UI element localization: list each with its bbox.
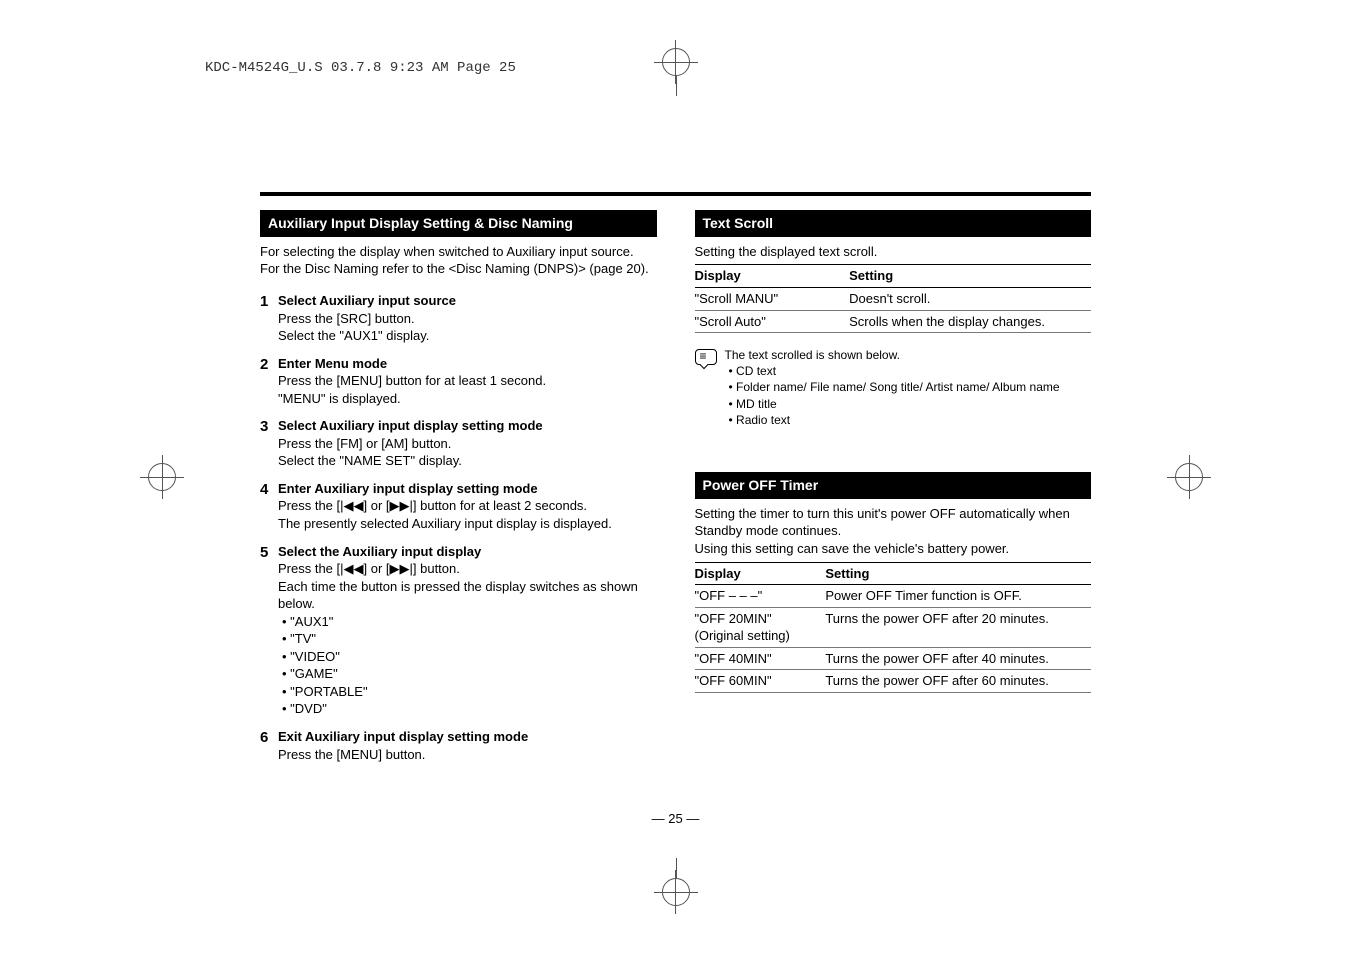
list-item: Radio text: [729, 412, 1060, 428]
step-2: 2 Enter Menu mode Press the [MENU] butto…: [260, 355, 657, 408]
list-item: MD title: [729, 396, 1060, 412]
print-header: KDC-M4524G_U.S 03.7.8 9:23 AM Page 25: [205, 60, 516, 76]
text-scroll-intro: Setting the displayed text scroll.: [695, 243, 1092, 261]
step-line: Press the [MENU] button for at least 1 s…: [278, 372, 657, 390]
crop-mark-right: [1175, 463, 1203, 491]
note-intro: The text scrolled is shown below.: [725, 347, 1060, 363]
step-number: 2: [260, 355, 278, 408]
list-item: "GAME": [282, 665, 657, 683]
list-item: "VIDEO": [282, 648, 657, 666]
section-heading-text-scroll: Text Scroll: [695, 210, 1092, 237]
step-line: Press the [MENU] button.: [278, 746, 657, 764]
list-item: Folder name/ File name/ Song title/ Arti…: [729, 379, 1060, 395]
step-line: Select the "NAME SET" display.: [278, 452, 657, 470]
crop-mark-bottom: [662, 878, 690, 906]
table-cell: "Scroll Auto": [695, 310, 850, 333]
table-row: "OFF 60MIN" Turns the power OFF after 60…: [695, 670, 1092, 693]
text-scroll-table: Display Setting "Scroll MANU" Doesn't sc…: [695, 264, 1092, 333]
step-title: Select the Auxiliary input display: [278, 543, 657, 561]
power-off-table: Display Setting "OFF – – –" Power OFF Ti…: [695, 562, 1092, 693]
crop-mark-left: [148, 463, 176, 491]
table-cell: "OFF 20MIN" (Original setting): [695, 607, 826, 647]
note-icon: [695, 349, 717, 365]
step-title: Exit Auxiliary input display setting mod…: [278, 728, 657, 746]
step-1: 1 Select Auxiliary input source Press th…: [260, 292, 657, 345]
step-number: 4: [260, 480, 278, 533]
table-row: "Scroll Auto" Scrolls when the display c…: [695, 310, 1092, 333]
section-heading-power-off: Power OFF Timer: [695, 472, 1092, 499]
section-heading-aux: Auxiliary Input Display Setting & Disc N…: [260, 210, 657, 237]
list-item: "TV": [282, 630, 657, 648]
step-title: Select Auxiliary input display setting m…: [278, 417, 657, 435]
table-row: "OFF 20MIN" (Original setting) Turns the…: [695, 607, 1092, 647]
table-cell: "OFF 60MIN": [695, 670, 826, 693]
step-5: 5 Select the Auxiliary input display Pre…: [260, 543, 657, 718]
power-off-intro: Setting the timer to turn this unit's po…: [695, 505, 1092, 558]
table-header: Display: [695, 265, 850, 288]
step-6: 6 Exit Auxiliary input display setting m…: [260, 728, 657, 763]
table-header: Setting: [825, 562, 1091, 585]
aux-intro: For selecting the display when switched …: [260, 243, 657, 278]
page-number: — 25 —: [652, 811, 700, 826]
list-item: "PORTABLE": [282, 683, 657, 701]
page-top-rule: [260, 192, 1091, 196]
page-content: Auxiliary Input Display Setting & Disc N…: [260, 210, 1091, 794]
step-number: 3: [260, 417, 278, 470]
step-line: Press the [FM] or [AM] button.: [278, 435, 657, 453]
list-item: "DVD": [282, 700, 657, 718]
step-line: Press the [|◀◀] or [▶▶|] button.: [278, 560, 657, 578]
step-line: "MENU" is displayed.: [278, 390, 657, 408]
crop-mark-top: [662, 48, 690, 76]
table-header: Display: [695, 562, 826, 585]
table-cell: Doesn't scroll.: [849, 287, 1091, 310]
table-row: "OFF 40MIN" Turns the power OFF after 40…: [695, 647, 1092, 670]
step-title: Select Auxiliary input source: [278, 292, 657, 310]
note-bullets: CD text Folder name/ File name/ Song tit…: [725, 363, 1060, 428]
step-number: 5: [260, 543, 278, 718]
table-cell: Scrolls when the display changes.: [849, 310, 1091, 333]
table-header: Setting: [849, 265, 1091, 288]
step-line: Press the [|◀◀] or [▶▶|] button for at l…: [278, 497, 657, 515]
table-cell: Turns the power OFF after 60 minutes.: [825, 670, 1091, 693]
left-column: Auxiliary Input Display Setting & Disc N…: [260, 210, 657, 794]
step-title: Enter Auxiliary input display setting mo…: [278, 480, 657, 498]
table-cell: Power OFF Timer function is OFF.: [825, 585, 1091, 608]
step-4: 4 Enter Auxiliary input display setting …: [260, 480, 657, 533]
table-cell: "OFF – – –": [695, 585, 826, 608]
step-line: Press the [SRC] button.: [278, 310, 657, 328]
note-block: The text scrolled is shown below. CD tex…: [695, 347, 1092, 428]
step-line: Select the "AUX1" display.: [278, 327, 657, 345]
table-cell: "Scroll MANU": [695, 287, 850, 310]
table-row: "OFF – – –" Power OFF Timer function is …: [695, 585, 1092, 608]
aux-options-list: "AUX1" "TV" "VIDEO" "GAME" "PORTABLE" "D…: [278, 613, 657, 718]
table-row: "Scroll MANU" Doesn't scroll.: [695, 287, 1092, 310]
step-title: Enter Menu mode: [278, 355, 657, 373]
list-item: "AUX1": [282, 613, 657, 631]
step-number: 1: [260, 292, 278, 345]
right-column: Text Scroll Setting the displayed text s…: [695, 210, 1092, 794]
step-line: Each time the button is pressed the disp…: [278, 578, 657, 613]
step-3: 3 Select Auxiliary input display setting…: [260, 417, 657, 470]
table-cell: "OFF 40MIN": [695, 647, 826, 670]
list-item: CD text: [729, 363, 1060, 379]
step-line: The presently selected Auxiliary input d…: [278, 515, 657, 533]
table-cell: Turns the power OFF after 20 minutes.: [825, 607, 1091, 647]
table-cell: Turns the power OFF after 40 minutes.: [825, 647, 1091, 670]
step-number: 6: [260, 728, 278, 763]
